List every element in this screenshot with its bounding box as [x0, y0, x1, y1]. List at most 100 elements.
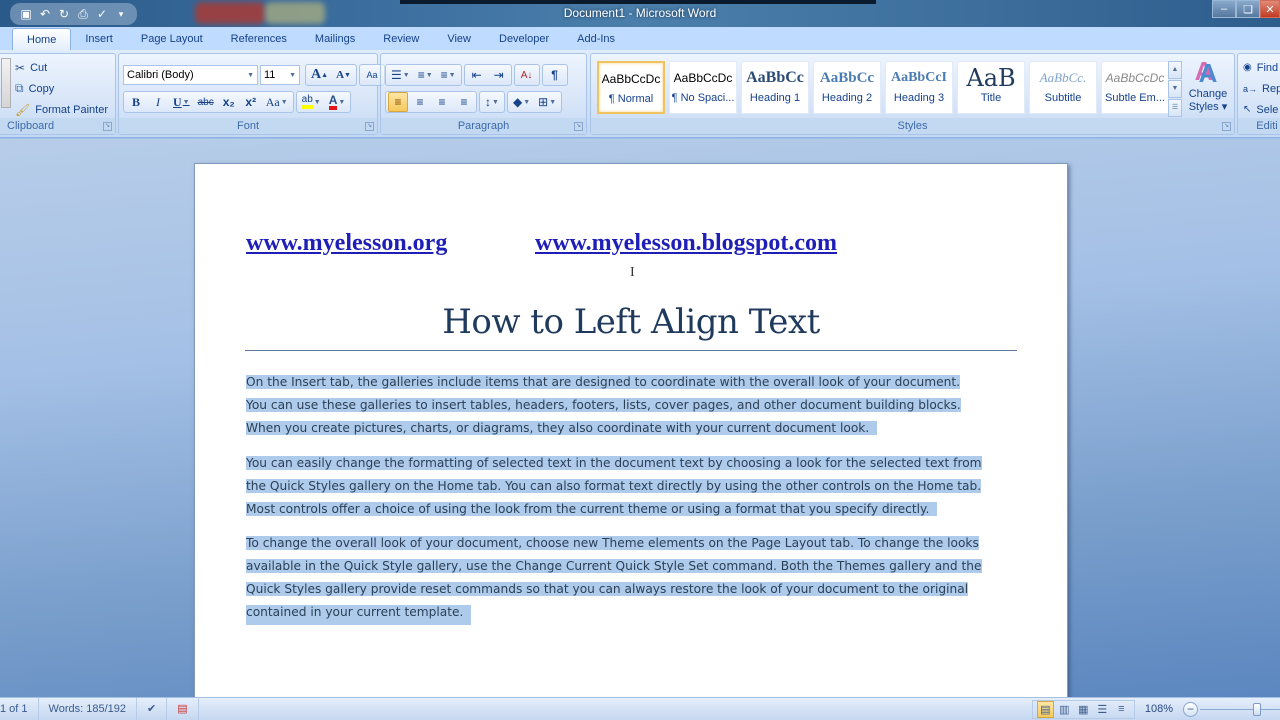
print-layout-view-button[interactable]: ▤: [1036, 700, 1054, 718]
draft-view-button[interactable]: ≡: [1113, 701, 1130, 718]
borders-button[interactable]: ⊞ ▼: [535, 92, 559, 112]
font-dialog-launcher[interactable]: ↘: [365, 122, 374, 131]
paragraph-dialog-launcher[interactable]: ↘: [574, 122, 583, 131]
change-styles-button[interactable]: A Change Styles ▾: [1186, 58, 1230, 118]
zoom-slider[interactable]: [1200, 702, 1280, 717]
grow-font-button[interactable]: A ▲: [308, 65, 331, 85]
sort-button[interactable]: A↓: [517, 65, 537, 85]
numbering-button[interactable]: ≡ ▼: [415, 65, 436, 85]
style-sample: AaBbCcDc: [1105, 71, 1165, 85]
line-spacing-button[interactable]: ↕ ▼: [482, 92, 502, 112]
replace-button[interactable]: a→ Rep: [1243, 78, 1280, 99]
word-count-label: Words: 185/192: [48, 702, 126, 715]
copy-button[interactable]: ⧉ Copy: [15, 78, 108, 99]
style-sample: AaBbCc.: [1039, 70, 1087, 85]
style-heading-3[interactable]: AaBbCcI Heading 3: [885, 61, 953, 114]
web-layout-icon: ▦: [1078, 703, 1089, 716]
paragraph-line: Most controls offer a choice of using th…: [246, 502, 938, 516]
paragraph-2: You can easily change the formatting of …: [246, 452, 1016, 521]
tab-developer[interactable]: Developer: [485, 28, 563, 50]
zoom-level[interactable]: 108%: [1135, 703, 1183, 715]
align-center-button[interactable]: ≡: [410, 92, 430, 112]
document-workspace: www.myelesson.org www.myelesson.blogspot…: [0, 139, 1280, 720]
tab-page-layout[interactable]: Page Layout: [127, 28, 217, 50]
subscript-button[interactable]: x₂: [219, 92, 239, 112]
paragraph-group-label: Paragraph: [381, 118, 586, 134]
outline-view-button[interactable]: ☰: [1094, 701, 1111, 718]
bullets-button[interactable]: ☰ ▼: [388, 65, 413, 85]
full-screen-reading-view-button[interactable]: ▥: [1056, 701, 1073, 718]
chevron-down-icon: ▼: [492, 98, 499, 106]
link-myelesson-org[interactable]: www.myelesson.org: [246, 230, 447, 257]
binoculars-icon: ◉: [1243, 62, 1252, 73]
minimize-button[interactable]: –: [1212, 0, 1236, 18]
underline-button[interactable]: U ▼: [170, 92, 193, 112]
view-buttons: ▤ ▥ ▦ ☰ ≡: [1031, 699, 1135, 719]
paragraph-line: available in the Quick Style gallery, us…: [246, 559, 982, 573]
gallery-scroll-up-button[interactable]: ▲: [1168, 61, 1182, 79]
zoom-out-button[interactable]: −: [1183, 701, 1198, 717]
shading-button[interactable]: ◆ ▼: [510, 92, 533, 112]
document-page[interactable]: www.myelesson.org www.myelesson.blogspot…: [194, 163, 1068, 720]
decrease-indent-button[interactable]: ⇤: [467, 65, 487, 85]
style-title[interactable]: AaB Title: [957, 61, 1025, 114]
increase-indent-button[interactable]: ⇥: [489, 65, 509, 85]
font-name-dropdown[interactable]: Calibri (Body) ▼: [123, 65, 258, 85]
bold-button[interactable]: B: [126, 92, 146, 112]
link-myelesson-blogspot[interactable]: www.myelesson.blogspot.com: [535, 230, 837, 257]
format-painter-button[interactable]: 🖌 Format Painter: [15, 99, 108, 120]
title-underline-rule: [245, 350, 1017, 351]
close-button[interactable]: ✕: [1260, 0, 1280, 18]
justify-button[interactable]: ≡: [454, 92, 474, 112]
style-heading-1[interactable]: AaBbCc Heading 1: [741, 61, 809, 114]
gallery-more-button[interactable]: ☰: [1168, 99, 1182, 117]
select-button[interactable]: ↖ Sele: [1243, 99, 1280, 120]
tab-home[interactable]: Home: [12, 28, 72, 50]
italic-button[interactable]: I: [148, 92, 168, 112]
multilevel-list-button[interactable]: ≡ ▼: [438, 65, 459, 85]
tab-view[interactable]: View: [433, 28, 485, 50]
macro-record-button[interactable]: ▤: [167, 697, 199, 720]
font-size-dropdown[interactable]: 11 ▼: [260, 65, 300, 85]
strikethrough-button[interactable]: abc: [195, 92, 217, 112]
style-subtitle[interactable]: AaBbCc. Subtitle: [1029, 61, 1097, 114]
zoom-slider-track: [1200, 708, 1280, 710]
numbering-icon: ≡: [417, 68, 425, 82]
word-count[interactable]: Words: 185/192: [39, 697, 137, 720]
style-sample: AaB: [966, 64, 1016, 92]
tab-add-ins[interactable]: Add-Ins: [563, 28, 629, 50]
align-left-button[interactable]: ≡: [388, 92, 408, 112]
web-layout-view-button[interactable]: ▦: [1075, 701, 1092, 718]
highlight-button[interactable]: ab ▼: [299, 92, 324, 112]
shrink-font-button[interactable]: A ▼: [333, 65, 354, 85]
show-formatting-marks-button[interactable]: ¶: [545, 65, 565, 85]
find-button[interactable]: ◉ Find: [1243, 57, 1280, 78]
clipboard-dialog-launcher[interactable]: ↘: [103, 122, 112, 131]
restore-button[interactable]: ❏: [1236, 0, 1260, 18]
tab-references[interactable]: References: [217, 28, 301, 50]
tab-insert[interactable]: Insert: [71, 28, 127, 50]
format-painter-label: Format Painter: [35, 103, 108, 116]
tab-mailings[interactable]: Mailings: [301, 28, 369, 50]
proofing-status-button[interactable]: ✔: [137, 697, 168, 720]
tab-review[interactable]: Review: [369, 28, 433, 50]
change-case-button[interactable]: Aa ▼: [263, 92, 291, 112]
style-sample: AaBbCcDc: [673, 71, 733, 85]
superscript-button[interactable]: x²: [241, 92, 261, 112]
style-heading-2[interactable]: AaBbCc Heading 2: [813, 61, 881, 114]
clear-formatting-button[interactable]: Aa: [362, 65, 382, 85]
style-subtle-emphasis[interactable]: AaBbCcDc Subtle Em...: [1101, 61, 1169, 114]
style-no-spacing[interactable]: AaBbCcDc ¶ No Spaci...: [669, 61, 737, 114]
chevron-down-icon: ▼: [523, 98, 531, 106]
page-count[interactable]: 1 of 1: [0, 697, 39, 720]
editing-group-label: Editi: [1238, 118, 1280, 134]
change-case-icon: Aa: [265, 94, 280, 109]
gallery-scroll-down-button[interactable]: ▼: [1168, 80, 1182, 98]
zoom-slider-thumb[interactable]: [1253, 702, 1261, 716]
align-right-button[interactable]: ≡: [432, 92, 452, 112]
font-color-button[interactable]: A ▼: [326, 92, 349, 112]
style-normal[interactable]: AaBbCcDc ¶ Normal: [597, 61, 665, 114]
cut-button[interactable]: ✂ Cut: [15, 57, 108, 78]
styles-dialog-launcher[interactable]: ↘: [1222, 122, 1231, 131]
paste-button[interactable]: [1, 58, 11, 108]
